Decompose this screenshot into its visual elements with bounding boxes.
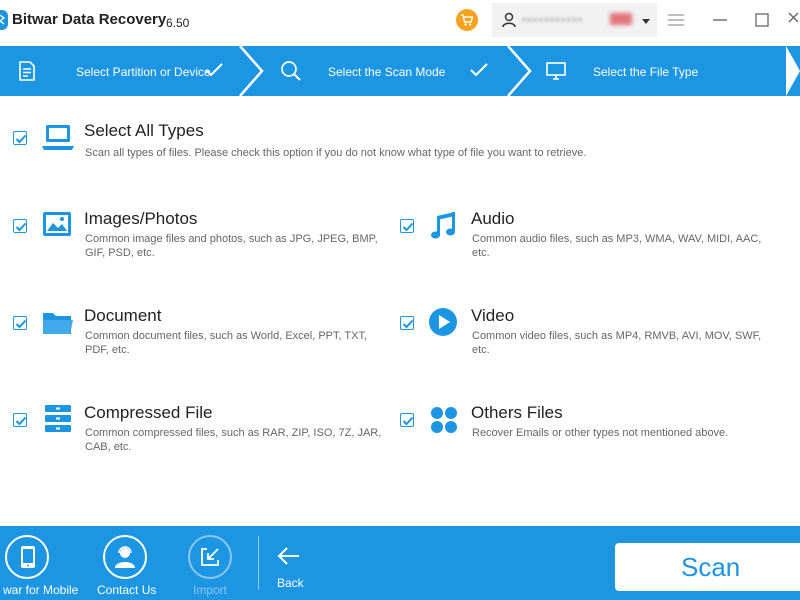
archive-icon bbox=[45, 405, 71, 432]
file-type-compressed: Compressed File Common compressed files,… bbox=[0, 394, 390, 464]
import-icon bbox=[201, 548, 219, 566]
image-icon bbox=[43, 212, 71, 236]
file-type-title: Video bbox=[471, 306, 515, 325]
grid-icon bbox=[431, 407, 457, 433]
document-checkbox[interactable] bbox=[13, 316, 27, 330]
check-icon bbox=[15, 319, 27, 329]
video-checkbox[interactable] bbox=[400, 316, 414, 330]
import-button[interactable]: Import bbox=[186, 526, 246, 600]
file-type-title: Images/Photos bbox=[84, 209, 198, 228]
step-select-scan-mode: Select the Scan Mode bbox=[262, 46, 512, 96]
mobile-icon-circle bbox=[5, 535, 49, 579]
scan-button[interactable]: Scan bbox=[615, 543, 800, 591]
check-icon bbox=[402, 319, 414, 329]
step-label: Select the Scan Mode bbox=[328, 65, 446, 79]
file-type-description: Common image files and photos, such as J… bbox=[85, 233, 378, 259]
bottom-bar: war for Mobile Contact Us Import Back Sc… bbox=[0, 526, 800, 600]
title-bar: Bitwar Data Recovery 6.50 ••••••••••• bbox=[0, 0, 800, 40]
app-version: 6.50 bbox=[166, 16, 190, 30]
cart-button[interactable] bbox=[456, 9, 478, 31]
search-icon bbox=[281, 61, 301, 81]
step-label: Select Partition or Device bbox=[76, 65, 211, 79]
bottom-label: Back bbox=[277, 576, 304, 590]
document-icon bbox=[19, 61, 35, 81]
file-type-audio: Audio Common audio files, such as MP3, W… bbox=[390, 200, 800, 270]
check-icon bbox=[402, 416, 414, 426]
monitor-icon bbox=[546, 62, 566, 80]
others-checkbox[interactable] bbox=[400, 413, 414, 427]
user-icon bbox=[502, 12, 516, 28]
support-agent-icon bbox=[115, 546, 135, 568]
arrow-left-icon bbox=[277, 547, 299, 565]
menu-icon[interactable] bbox=[666, 10, 686, 30]
file-type-all: Select All Types Scan all types of files… bbox=[0, 110, 800, 170]
cart-icon bbox=[461, 14, 474, 26]
divider bbox=[258, 536, 259, 590]
images-checkbox[interactable] bbox=[13, 219, 27, 233]
file-type-title: Compressed File bbox=[84, 403, 213, 422]
file-type-description: Common audio files, such as MP3, WMA, WA… bbox=[472, 233, 762, 259]
file-type-description: Common document files, such as World, Ex… bbox=[85, 330, 368, 356]
file-type-description: Scan all types of files. Please check th… bbox=[85, 147, 587, 159]
bitwar-for-mobile-button[interactable]: war for Mobile bbox=[0, 526, 80, 600]
file-type-video: Video Common video files, such as MP4, R… bbox=[390, 297, 800, 367]
user-name: ••••••••••• bbox=[522, 12, 584, 27]
user-name-redaction bbox=[610, 13, 632, 25]
chevron-down-icon bbox=[642, 19, 650, 24]
select-all-checkbox[interactable] bbox=[13, 131, 27, 145]
close-icon[interactable] bbox=[786, 10, 800, 30]
import-icon-circle bbox=[188, 535, 232, 579]
bottom-label: war for Mobile bbox=[3, 583, 79, 597]
user-account-dropdown[interactable]: ••••••••••• bbox=[492, 3, 657, 37]
app-logo bbox=[0, 10, 8, 30]
compressed-checkbox[interactable] bbox=[13, 413, 27, 427]
file-type-description: Recover Emails or other types not mentio… bbox=[472, 427, 729, 439]
check-icon bbox=[15, 416, 27, 426]
file-type-document: Document Common document files, such as … bbox=[0, 297, 390, 367]
contact-us-button[interactable]: Contact Us bbox=[96, 526, 162, 600]
file-type-description: Common video files, such as MP4, RMVB, A… bbox=[472, 330, 762, 356]
check-icon bbox=[402, 222, 414, 232]
app-window: Bitwar Data Recovery 6.50 ••••••••••• Se… bbox=[0, 0, 800, 600]
step-select-file-type: Select the File Type bbox=[530, 46, 780, 96]
app-title: Bitwar Data Recovery bbox=[12, 11, 167, 28]
back-button[interactable]: Back bbox=[272, 526, 312, 600]
check-icon bbox=[205, 63, 223, 77]
file-type-title: Audio bbox=[471, 209, 515, 228]
contact-icon-circle bbox=[103, 535, 147, 579]
check-icon bbox=[15, 222, 27, 232]
minimize-icon[interactable] bbox=[710, 10, 730, 30]
music-note-icon bbox=[431, 212, 455, 239]
check-icon bbox=[470, 63, 488, 77]
steps-bar: Select Partition or Device Select the Sc… bbox=[0, 46, 800, 96]
file-type-description: Common compressed files, such as RAR, ZI… bbox=[85, 427, 382, 453]
file-type-others: Others Files Recover Emails or other typ… bbox=[390, 394, 800, 464]
scan-label: Scan bbox=[681, 552, 741, 582]
step-select-partition: Select Partition or Device bbox=[0, 46, 250, 96]
maximize-icon[interactable] bbox=[752, 10, 772, 30]
bottom-label: Contact Us bbox=[97, 583, 157, 597]
file-type-title: Document bbox=[84, 306, 162, 325]
audio-checkbox[interactable] bbox=[400, 219, 414, 233]
laptop-icon bbox=[42, 125, 74, 150]
check-icon bbox=[15, 134, 27, 144]
play-icon bbox=[429, 308, 457, 336]
phone-icon bbox=[21, 546, 35, 568]
file-type-title: Others Files bbox=[471, 403, 563, 422]
bottom-label: Import bbox=[193, 583, 228, 597]
step-label: Select the File Type bbox=[593, 65, 699, 79]
folder-icon bbox=[43, 313, 73, 334]
file-type-title: Select All Types bbox=[84, 121, 204, 140]
file-type-images: Images/Photos Common image files and pho… bbox=[0, 200, 390, 270]
